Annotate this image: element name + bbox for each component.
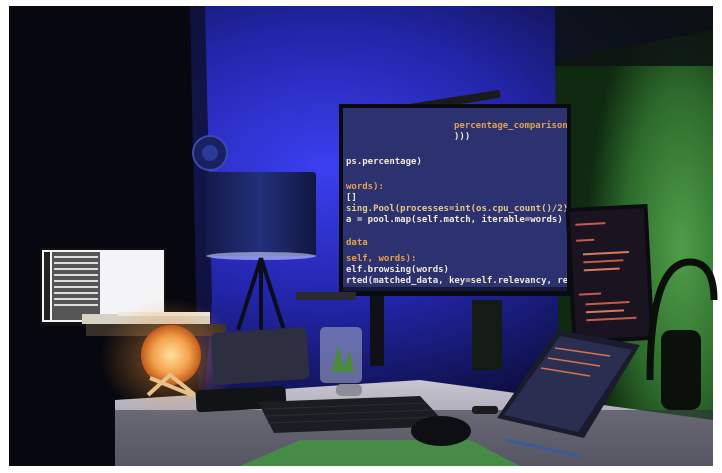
code-line: elf.browsing(words) <box>346 264 449 275</box>
code-line: ))) <box>454 132 470 142</box>
code-line: self, words): <box>346 254 416 264</box>
floor-lamp-shade <box>206 172 316 256</box>
code-line: percentage_comparison\ <box>454 120 573 131</box>
scene-canvas: percentage_comparison\ ))) ps.percentage… <box>0 0 722 473</box>
code-line: [] <box>346 193 357 203</box>
code-line: a = pool.map(self.match, iterable=words) <box>346 214 563 225</box>
monitor-arm <box>296 292 356 300</box>
plant-jar <box>320 327 362 383</box>
code-line: data <box>346 238 368 248</box>
code-line: words): <box>346 182 384 192</box>
small-mouse <box>336 384 362 396</box>
laptop-stand <box>210 327 310 385</box>
computer-mouse <box>411 416 471 446</box>
left-monitor-content <box>44 252 100 320</box>
code-line: ps.percentage) <box>346 157 422 167</box>
photo-scene: percentage_comparison\ ))) ps.percentage… <box>0 0 722 473</box>
